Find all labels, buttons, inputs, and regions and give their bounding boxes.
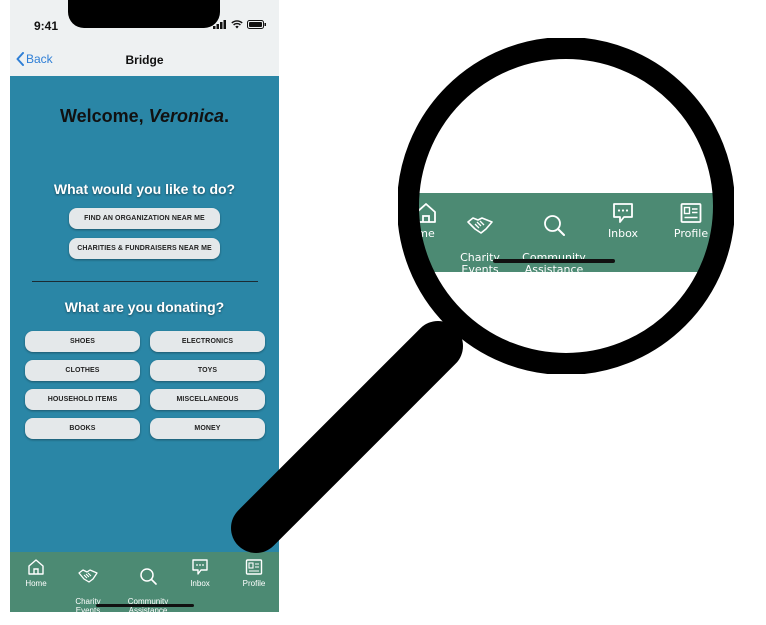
welcome-suffix: . <box>224 106 230 126</box>
tab-bar: Home Charity Events Community Assistance <box>10 552 279 612</box>
tab-inbox[interactable]: Inbox <box>174 558 226 588</box>
tab-home-label: Home <box>25 579 47 588</box>
tab-profile[interactable]: Profile <box>228 558 279 588</box>
do-question: What would you like to do? <box>53 181 236 197</box>
magnifier-ring <box>398 38 734 374</box>
signal-icon <box>213 20 226 29</box>
charities-fundraisers-button[interactable]: CHARITIES & FUNDRAISERS NEAR ME <box>69 238 220 259</box>
user-name: Veronica <box>148 106 225 126</box>
profile-card-icon <box>245 559 263 575</box>
search-icon <box>140 568 157 585</box>
donate-question: What are you donating? <box>64 299 225 315</box>
home-indicator <box>96 604 194 607</box>
handshake-icon <box>78 569 98 583</box>
status-icons <box>213 20 267 29</box>
status-bar: 9:41 <box>10 0 279 40</box>
find-organization-button[interactable]: FIND AN ORGANIZATION NEAR ME <box>69 208 220 229</box>
tab-home[interactable]: Home <box>10 558 62 588</box>
page-title: Bridge <box>125 53 164 67</box>
welcome-heading: Welcome, Veronica. <box>10 106 279 127</box>
canvas: 9:41 Back Bridge Welcome, Veronica. What… <box>0 0 766 625</box>
donate-option-toys[interactable]: TOYS <box>150 360 265 381</box>
donate-option-electronics[interactable]: ELECTRONICS <box>150 331 265 352</box>
notch <box>68 0 220 28</box>
navigation-bar: Back Bridge <box>10 40 279 76</box>
wifi-icon <box>231 20 243 29</box>
battery-icon <box>247 20 266 29</box>
donate-option-shoes[interactable]: SHOES <box>25 331 140 352</box>
home-icon <box>28 559 44 575</box>
phone-screen: 9:41 Back Bridge Welcome, Veronica. What… <box>10 0 279 612</box>
welcome-prefix: Welcome, <box>59 106 149 126</box>
tab-inbox-label: Inbox <box>190 579 210 588</box>
donate-option-books[interactable]: BOOKS <box>25 418 140 439</box>
donate-option-household-items[interactable]: HOUSEHOLD ITEMS <box>25 389 140 410</box>
donate-option-clothes[interactable]: CLOTHES <box>25 360 140 381</box>
section-divider <box>32 281 258 282</box>
status-time: 9:41 <box>34 19 59 33</box>
donate-option-money[interactable]: MONEY <box>150 418 265 439</box>
magnifier-lens: me Charity Events Community Assistance I… <box>398 38 734 374</box>
donate-option-miscellaneous[interactable]: MISCELLANEOUS <box>150 389 265 410</box>
chat-icon <box>192 559 208 575</box>
tab-profile-label: Profile <box>242 579 266 588</box>
